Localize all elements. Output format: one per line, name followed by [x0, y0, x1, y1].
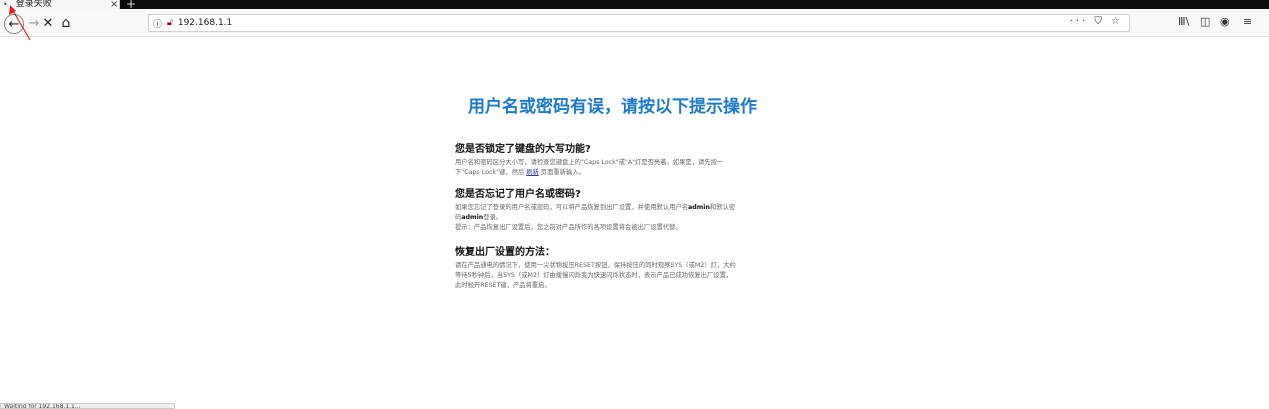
tab-strip: • 登录失败 × + [0, 0, 1269, 11]
section-title: 恢复出厂设置的方法： [455, 247, 555, 258]
page-actions[interactable]: ··· ⛉ ☆ [1070, 16, 1123, 27]
status-bar: Waiting for 192.168.1.1... [0, 403, 175, 409]
insecure-lock-icon[interactable]: 🔓︎ [167, 18, 173, 28]
url-text[interactable]: 192.168.1.1 [178, 18, 232, 28]
navigation-toolbar: ← → ✕ ⌂ ⓘ 🔓︎ 192.168.1.1 ··· ⛉ ☆ Ⅲ\ ◫ ◉ … [0, 9, 1269, 37]
stop-button[interactable]: ✕ [38, 13, 58, 33]
section-body: 请在产品通电的情况下，使用一尖状物按压RESET按钮，保持按压的同时观察SYS（… [455, 262, 736, 289]
section-body: 如果您忘记了登录的用户名或密码，可以将产品恢复到出厂设置，并使用默认用户名adm… [455, 204, 736, 231]
factory-reset-section: 恢复出厂设置的方法： 请在产品通电的情况下，使用一尖状物按压RESET按钮，保持… [455, 247, 805, 291]
sidebar-button[interactable]: ◫ [1200, 15, 1210, 28]
library-button[interactable]: Ⅲ\ [1178, 15, 1189, 28]
section-body: 用户名和密码区分大小写，请检查您键盘上的"Caps Lock"或"A"灯是否亮着… [455, 159, 724, 176]
forgot-credentials-section: 您是否忘记了用户名或密码? 如果您忘记了登录的用户名或密码，可以将产品恢复到出厂… [455, 189, 805, 233]
section-title: 您是否忘记了用户名或密码? [455, 189, 581, 200]
account-button[interactable]: ◉ [1220, 15, 1230, 28]
section-title: 您是否锁定了键盘的大写功能? [455, 144, 591, 155]
page-title: 用户名或密码有误，请按以下提示操作 [468, 97, 757, 117]
home-button[interactable]: ⌂ [56, 13, 76, 33]
menu-button[interactable]: ≡ [1243, 15, 1252, 28]
annotation-arrow-icon [9, 5, 31, 41]
url-bar[interactable]: ⓘ 🔓︎ 192.168.1.1 ··· ⛉ ☆ [148, 14, 1130, 32]
caps-lock-section: 您是否锁定了键盘的大写功能? 用户名和密码区分大小写，请检查您键盘上的"Caps… [455, 144, 805, 178]
refresh-link[interactable]: 刷新 [526, 169, 539, 176]
site-info-icon[interactable]: ⓘ [153, 17, 162, 30]
